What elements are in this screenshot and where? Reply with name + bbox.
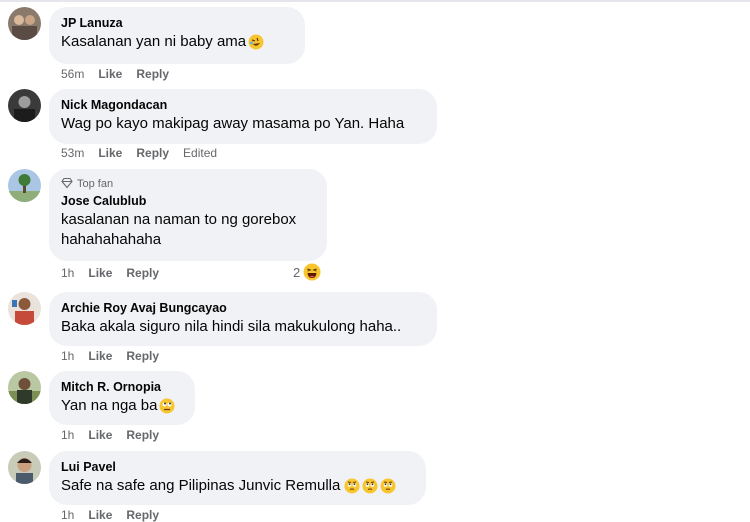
comment-time[interactable]: 1h xyxy=(61,428,74,442)
comment-bubble: Lui Pavel Safe na safe ang Pilipinas Jun… xyxy=(49,451,426,505)
comment-bubble: Archie Roy Avaj Bungcayao Baka akala sig… xyxy=(49,292,437,346)
top-fan-label: Top fan xyxy=(77,178,114,190)
commenter-name[interactable]: JP Lanuza xyxy=(61,15,293,32)
commenter-name[interactable]: Archie Roy Avaj Bungcayao xyxy=(61,300,425,317)
thinking-emoji xyxy=(362,478,378,494)
comment-bubble: Top fan Jose Calublub kasalanan na naman… xyxy=(49,169,327,261)
comment-bubble: JP Lanuza Kasalanan yan ni baby ama xyxy=(49,7,305,64)
comment-text: hahahahahaha xyxy=(61,231,162,248)
reply-button[interactable]: Reply xyxy=(136,67,169,81)
comment-meta: 1h Like Reply xyxy=(61,266,159,280)
avatar[interactable] xyxy=(8,169,41,202)
comment-time[interactable]: 1h xyxy=(61,349,74,363)
haha-reaction-icon xyxy=(303,263,321,281)
reply-button[interactable]: Reply xyxy=(136,146,169,160)
thinking-emoji xyxy=(344,478,360,494)
comment-bubble: Mitch R. Ornopia Yan na nga ba xyxy=(49,371,195,425)
commenter-name[interactable]: Mitch R. Ornopia xyxy=(61,379,183,396)
commenter-name[interactable]: Lui Pavel xyxy=(61,459,414,476)
comment-time[interactable]: 1h xyxy=(61,266,74,280)
commenter-name[interactable]: Nick Magondacan xyxy=(61,97,425,114)
rolling-laughing-emoji xyxy=(248,34,264,50)
avatar[interactable] xyxy=(8,451,41,484)
like-button[interactable]: Like xyxy=(88,266,112,280)
avatar[interactable] xyxy=(8,89,41,122)
reaction-count: 2 xyxy=(293,264,301,280)
like-button[interactable]: Like xyxy=(98,146,122,160)
comment-meta: 1h Like Reply xyxy=(61,349,159,363)
diamond-icon xyxy=(61,177,73,192)
like-button[interactable]: Like xyxy=(98,67,122,81)
comment-text: Baka akala siguro nila hindi sila makuku… xyxy=(61,318,402,335)
comment-meta: 53m Like Reply Edited xyxy=(61,146,217,160)
reaction-summary[interactable]: 2 xyxy=(293,263,321,281)
comment-text: Yan na nga ba xyxy=(61,396,183,416)
comment-time[interactable]: 53m xyxy=(61,146,84,160)
comment-meta: 56m Like Reply xyxy=(61,67,169,81)
reply-button[interactable]: Reply xyxy=(126,428,159,442)
edited-label: Edited xyxy=(183,146,218,160)
avatar[interactable] xyxy=(8,371,41,404)
avatar[interactable] xyxy=(8,7,41,40)
comment-text: Safe na safe ang Pilipinas Junvic Remull… xyxy=(61,476,414,496)
comment-text: Kasalanan yan ni baby ama xyxy=(61,32,293,52)
top-divider xyxy=(0,0,750,2)
comment-text: kasalanan na naman to ng gorebox xyxy=(61,211,297,228)
comment-text: Wag po kayo makipag away masama po Yan. … xyxy=(61,115,405,132)
reply-button[interactable]: Reply xyxy=(126,349,159,363)
commenter-name[interactable]: Jose Calublub xyxy=(61,193,315,210)
like-button[interactable]: Like xyxy=(88,349,112,363)
comment-time[interactable]: 56m xyxy=(61,67,84,81)
like-button[interactable]: Like xyxy=(88,428,112,442)
thinking-emoji xyxy=(380,478,396,494)
reply-button[interactable]: Reply xyxy=(126,266,159,280)
avatar[interactable] xyxy=(8,292,41,325)
top-fan-badge: Top fan xyxy=(61,177,315,191)
rolling-eyes-emoji xyxy=(159,398,175,414)
comment-bubble: Nick Magondacan Wag po kayo makipag away… xyxy=(49,89,437,144)
comment-meta: 1h Like Reply xyxy=(61,428,159,442)
